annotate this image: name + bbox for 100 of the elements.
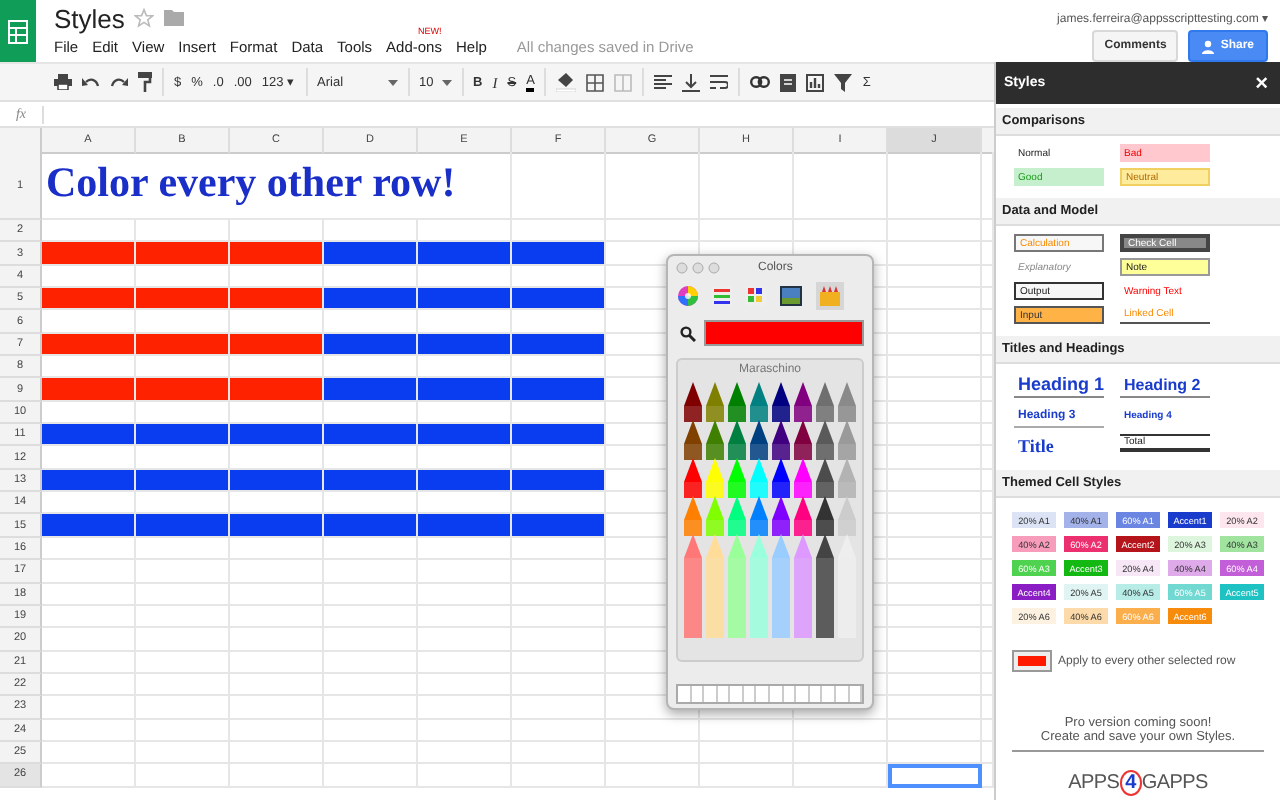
chart-icon[interactable]: [806, 73, 825, 91]
filled-cell[interactable]: [230, 514, 324, 538]
filled-cell[interactable]: [512, 242, 606, 266]
grid-cell[interactable]: [136, 651, 230, 674]
filled-cell[interactable]: [136, 288, 230, 311]
grid-cell[interactable]: [42, 741, 136, 765]
grid-cell[interactable]: [418, 628, 512, 652]
filled-cell[interactable]: [230, 333, 324, 357]
grid-cell[interactable]: [418, 741, 512, 765]
active-cell[interactable]: [888, 764, 982, 788]
grid-cell[interactable]: [606, 719, 700, 742]
grid-cell[interactable]: [42, 673, 136, 697]
grid-cell[interactable]: [888, 424, 982, 447]
cell-style-option[interactable]: Heading 1: [1014, 372, 1104, 398]
filled-cell[interactable]: [324, 424, 418, 447]
crayons-tab[interactable]: [816, 282, 844, 310]
grid-cell[interactable]: [136, 741, 230, 765]
grid-cell[interactable]: [324, 583, 418, 606]
filled-cell[interactable]: [42, 288, 136, 311]
grid-cell[interactable]: [512, 628, 606, 652]
grid-cell[interactable]: [324, 651, 418, 674]
grid-cell[interactable]: [42, 696, 136, 720]
grid-cell[interactable]: [512, 583, 606, 606]
grid-cell[interactable]: [512, 673, 606, 697]
grid-cell[interactable]: [230, 628, 324, 652]
filled-cell[interactable]: [136, 333, 230, 357]
grid-cell[interactable]: [42, 605, 136, 629]
filled-cell[interactable]: [230, 242, 324, 266]
image-icon[interactable]: [780, 286, 802, 306]
filled-cell[interactable]: [324, 514, 418, 538]
filled-cell[interactable]: [418, 333, 512, 357]
filled-cell[interactable]: [136, 469, 230, 493]
saved-colors-strip[interactable]: [676, 684, 864, 704]
grid-cell[interactable]: [700, 220, 794, 243]
grid-cell[interactable]: [888, 651, 982, 674]
filled-cell[interactable]: [230, 469, 324, 493]
filter-icon[interactable]: [834, 73, 853, 91]
filled-cell[interactable]: [418, 469, 512, 493]
grid-cell[interactable]: [230, 741, 324, 765]
close-button[interactable]: ×: [1255, 71, 1268, 95]
grid-cell[interactable]: [888, 265, 982, 289]
grid-cell[interactable]: [794, 220, 888, 243]
grid-cell[interactable]: [700, 741, 794, 765]
grid-cell[interactable]: [794, 741, 888, 765]
filled-cell[interactable]: [136, 378, 230, 402]
filled-cell[interactable]: [418, 378, 512, 402]
grid-cell[interactable]: [418, 673, 512, 697]
filled-cell[interactable]: [324, 469, 418, 493]
palette-icon[interactable]: [746, 286, 766, 306]
grid-cell[interactable]: [512, 152, 606, 220]
text-wrap-icon[interactable]: [710, 74, 729, 90]
sliders-icon[interactable]: [712, 286, 732, 306]
grid-cell[interactable]: [888, 220, 982, 243]
sheet-title[interactable]: Color every other row!: [42, 152, 512, 220]
grid-cell[interactable]: [230, 651, 324, 674]
color-wheel-icon[interactable]: [678, 286, 698, 306]
grid-cell[interactable]: [606, 741, 700, 765]
grid-cell[interactable]: [418, 696, 512, 720]
grid-cell[interactable]: [700, 764, 794, 788]
filled-cell[interactable]: [418, 514, 512, 538]
grid-cell[interactable]: [888, 152, 982, 220]
grid-cell[interactable]: [888, 333, 982, 357]
search-icon[interactable]: [680, 325, 696, 341]
borders-icon[interactable]: [586, 73, 605, 91]
grid-cell[interactable]: [324, 696, 418, 720]
grid-cell[interactable]: [888, 605, 982, 629]
filled-cell[interactable]: [512, 333, 606, 357]
filled-cell[interactable]: [136, 514, 230, 538]
grid-cell[interactable]: [418, 719, 512, 742]
grid-cell[interactable]: [230, 560, 324, 583]
grid-cell[interactable]: [324, 673, 418, 697]
grid-cell[interactable]: [418, 605, 512, 629]
grid-cell[interactable]: [42, 583, 136, 606]
grid-cell[interactable]: [888, 492, 982, 515]
filled-cell[interactable]: [512, 288, 606, 311]
grid-cell[interactable]: [512, 764, 606, 788]
redo-icon[interactable]: [110, 75, 128, 89]
filled-cell[interactable]: [418, 242, 512, 266]
grid-cell[interactable]: [512, 560, 606, 583]
grid-cell[interactable]: [888, 696, 982, 720]
grid-cell[interactable]: [230, 719, 324, 742]
grid-cell[interactable]: [888, 719, 982, 742]
align-left-icon[interactable]: [654, 74, 673, 90]
filled-cell[interactable]: [418, 424, 512, 447]
grid-cell[interactable]: [136, 696, 230, 720]
sheets-logo-icon[interactable]: [0, 0, 36, 62]
grid-cell[interactable]: [888, 741, 982, 765]
filled-cell[interactable]: [42, 333, 136, 357]
grid-cell[interactable]: [418, 764, 512, 788]
grid-cell[interactable]: [42, 560, 136, 583]
grid-cell[interactable]: [512, 605, 606, 629]
document-title[interactable]: Styles: [54, 3, 125, 33]
filled-cell[interactable]: [42, 378, 136, 402]
filled-cell[interactable]: [324, 242, 418, 266]
grid-cell[interactable]: [794, 152, 888, 220]
grid-cell[interactable]: [136, 560, 230, 583]
star-icon[interactable]: [134, 8, 155, 28]
filled-cell[interactable]: [512, 424, 606, 447]
grid-cell[interactable]: [324, 537, 418, 561]
folder-icon[interactable]: [164, 10, 185, 26]
